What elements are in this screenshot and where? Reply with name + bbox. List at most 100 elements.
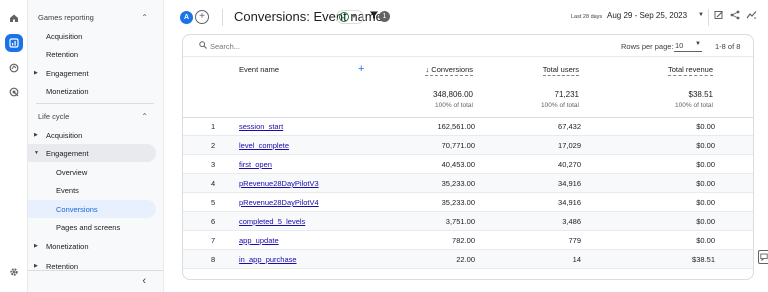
insights-icon[interactable] [746,10,757,23]
filter-icon[interactable] [369,10,379,23]
conversions-cell: 162,561.00 [437,122,475,131]
add-dimension-button[interactable]: + [358,63,364,75]
nav-item-events[interactable]: Events [28,181,156,199]
total-users-cell: 67,432 [558,122,581,131]
report-navigation: Games reporting ⌃ Acquisition Retention … [28,0,164,292]
total-users-cell: 40,270 [558,160,581,169]
total-value: 348,806.00 [432,90,473,99]
row-index: 6 [211,217,216,226]
advertising-icon[interactable] [4,82,24,102]
header-divider [222,9,223,26]
column-header-total-users[interactable]: Total users [542,65,579,76]
nav-item-label: Overview [56,167,88,177]
expand-down-icon: ▼ [34,150,39,156]
feedback-icon[interactable] [758,250,768,264]
event-name-link[interactable]: in_app_purchase [239,255,297,264]
total-users-cell: 34,916 [558,179,581,188]
total-users-cell: 17,029 [558,141,581,150]
filter-count-badge[interactable]: 1 [379,11,390,22]
nav-item-conversions[interactable]: Conversions [28,200,156,218]
conversions-cell: 35,233.00 [441,179,475,188]
nav-item-lc-engagement[interactable]: ▼ Engagement [28,144,156,162]
nav-item-gr-monetization[interactable]: Monetization [28,82,156,100]
total-revenue: $38.51 100% of total [675,90,713,109]
explore-icon[interactable] [4,58,24,78]
nav-item-label: Engagement [46,68,89,78]
row-index: 5 [211,198,216,207]
nav-item-label: Events [56,185,79,195]
table-row: 5 pRevenue28DayPilotV4 35,233.00 34,916 … [183,193,753,212]
total-users-cell: 14 [572,255,581,264]
nav-item-lc-acquisition[interactable]: ▶ Acquisition [28,126,156,144]
rows-per-page-select[interactable]: 10 ▼ [674,39,702,52]
comparison-avatar[interactable]: A [180,11,193,24]
nav-section-games-reporting[interactable]: Games reporting ⌃ [28,8,156,26]
column-header-event-name[interactable]: Event name [239,65,279,74]
table-row: 2 level_complete 70,771.00 17,029 $0.00 [183,136,753,155]
total-users-cell: 3,486 [562,217,581,226]
event-name-link[interactable]: app_update [239,236,279,245]
nav-item-label: Acquisition [46,31,83,41]
customize-report-icon[interactable] [714,10,724,23]
total-conversions: 348,806.00 100% of total [433,90,473,109]
search-input[interactable] [210,39,410,53]
nav-item-overview[interactable]: Overview [28,163,156,181]
event-name-link[interactable]: completed_5_levels [239,217,305,226]
event-name-link[interactable]: pRevenue28DayPilotV3 [239,179,319,188]
add-comparison-button[interactable]: + [195,10,209,24]
row-index: 7 [211,236,216,245]
nav-item-gr-retention[interactable]: Retention [28,45,156,63]
column-header-total-revenue[interactable]: Total revenue [667,65,713,76]
rows-per-page-value: 10 [675,41,684,50]
table-row: 7 app_update 782.00 779 $0.00 [183,231,753,250]
nav-item-label: Conversions [56,204,98,214]
event-name-link[interactable]: level_complete [239,141,289,150]
total-revenue-cell: $0.00 [696,141,715,150]
caret-down-icon[interactable]: ▼ [698,12,704,18]
status-dropdown[interactable]: ✓ ▼ [336,10,364,24]
row-index: 4 [211,179,216,188]
total-value: 71,231 [554,90,579,99]
nav-footer: ‹ [28,270,163,292]
nav-section-life-cycle[interactable]: Life cycle ⌃ [28,107,156,125]
nav-item-gr-engagement[interactable]: ▶ Engagement [28,64,156,82]
collapse-nav-button[interactable]: ‹ [142,275,146,287]
date-range-preset[interactable]: Last 28 days [571,14,602,20]
pagination-range: 1-8 of 8 [715,42,741,51]
nav-item-gr-acquisition[interactable]: Acquisition [28,27,156,45]
reports-icon[interactable] [5,34,23,52]
row-index: 1 [211,122,216,131]
date-range-value[interactable]: Aug 29 - Sep 25, 2023 [607,11,687,20]
event-name-link[interactable]: pRevenue28DayPilotV4 [239,198,319,207]
event-name-link[interactable]: first_open [239,160,272,169]
total-percent: 100% of total [435,102,473,109]
home-icon[interactable] [4,8,24,28]
table-row: 8 in_app_purchase 22.00 14 $38.51 [183,250,753,269]
nav-section-label: Games reporting [38,12,94,22]
nav-section-label: Life cycle [38,111,70,121]
total-percent: 100% of total [541,102,579,109]
total-revenue-cell: $0.00 [696,122,715,131]
table-row: 1 session_start 162,561.00 67,432 $0.00 [183,117,753,136]
table-toolbar: Rows per page: 10 ▼ 1-8 of 8 [183,35,753,57]
header-divider [708,9,709,26]
nav-item-label: Acquisition [46,130,83,140]
conversions-cell: 40,453.00 [441,160,475,169]
nav-item-pages-and-screens[interactable]: Pages and screens [28,218,156,236]
conversions-cell: 3,751.00 [445,217,475,226]
settings-icon[interactable] [4,262,24,282]
row-index: 3 [211,160,216,169]
table-row: 6 completed_5_levels 3,751.00 3,486 $0.0… [183,212,753,231]
event-name-link[interactable]: session_start [239,122,283,131]
total-users: 71,231 100% of total [541,90,579,109]
nav-item-lc-monetization[interactable]: ▶ Monetization [28,237,156,255]
chevron-up-icon: ⌃ [141,12,148,22]
share-icon[interactable] [730,10,740,23]
column-header-conversions[interactable]: ↓ Conversions [425,65,473,76]
total-revenue-cell: $0.00 [696,236,715,245]
total-revenue-cell: $0.00 [696,179,715,188]
conversions-cell: 70,771.00 [441,141,475,150]
row-index: 2 [211,141,216,150]
row-index: 8 [211,255,216,264]
conversions-cell: 35,233.00 [441,198,475,207]
